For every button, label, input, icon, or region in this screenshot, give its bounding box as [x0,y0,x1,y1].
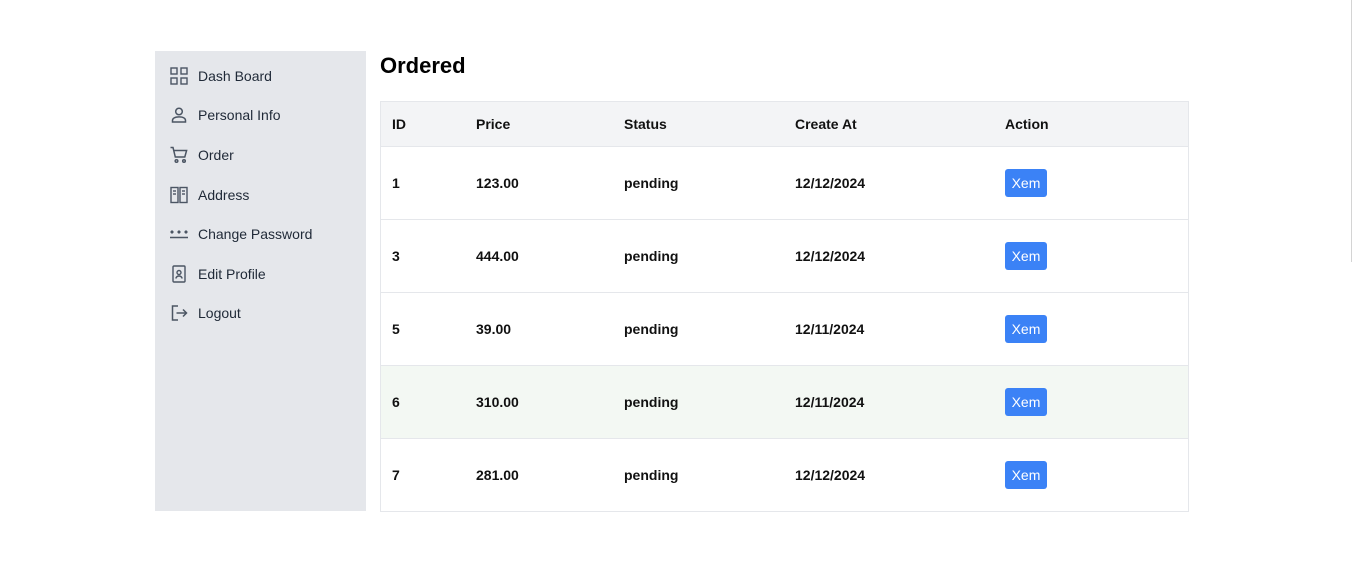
user-icon [169,105,189,125]
table-row: 5 39.00 pending 12/11/2024 Xem [381,292,1188,365]
column-header-created: Create At [784,102,994,147]
sidebar-item-change-password[interactable]: Change Password [155,214,366,254]
sidebar-item-label: Edit Profile [198,265,266,282]
cart-icon [169,145,189,165]
sidebar-item-dashboard[interactable]: Dash Board [155,56,366,96]
page-title: Ordered [380,53,466,78]
cell-action: Xem [994,292,1188,365]
cell-price: 123.00 [476,174,519,191]
view-order-button[interactable]: Xem [1005,387,1047,416]
view-order-button[interactable]: Xem [1005,241,1047,270]
table-header-row: ID Price Status Create At Action [381,102,1188,147]
sidebar-item-label: Logout [198,305,241,322]
sidebar-item-order[interactable]: Order [155,135,366,175]
cell-id: 3 [392,247,400,264]
password-icon [169,224,189,244]
cell-status: pending [624,320,679,337]
page: Dash Board Personal Info Order Address C… [0,0,1352,583]
cell-id: 7 [392,466,400,483]
sidebar: Dash Board Personal Info Order Address C… [155,51,366,511]
column-header-action: Action [994,102,1188,147]
cell-id: 5 [392,320,400,337]
contact-card-icon [169,264,189,284]
grid-icon [169,66,189,86]
cell-price: 281.00 [476,466,519,483]
sidebar-item-label: Change Password [198,226,313,243]
column-header-status: Status [613,102,784,147]
cell-status: pending [624,174,679,191]
cell-status: pending [624,247,679,264]
cell-price: 39.00 [476,320,512,337]
sidebar-item-address[interactable]: Address [155,175,366,215]
view-order-button[interactable]: Xem [1005,168,1047,197]
sidebar-item-edit-profile[interactable]: Edit Profile [155,254,366,294]
cell-created: 12/12/2024 [795,466,866,483]
cell-action: Xem [994,146,1188,219]
sidebar-item-label: Personal Info [198,107,281,124]
cell-id: 6 [392,393,400,410]
table-row: 6 310.00 pending 12/11/2024 Xem [381,365,1188,438]
main-content: Ordered ID Price Status Create At Action [380,51,1189,512]
cell-id: 1 [392,174,400,191]
orders-table: ID Price Status Create At Action 1 123.0… [380,101,1189,512]
sidebar-item-label: Order [198,146,234,163]
table-row: 3 444.00 pending 12/12/2024 Xem [381,219,1188,292]
cell-action: Xem [994,365,1188,438]
cell-action: Xem [994,438,1188,511]
table-row: 1 123.00 pending 12/12/2024 Xem [381,146,1188,219]
cell-status: pending [624,466,679,483]
column-header-id: ID [381,102,465,147]
cell-status: pending [624,393,679,410]
column-header-price: Price [465,102,613,147]
view-order-button[interactable]: Xem [1005,314,1047,343]
cell-action: Xem [994,219,1188,292]
address-book-icon [169,185,189,205]
sidebar-item-label: Dash Board [198,67,272,84]
cell-price: 444.00 [476,247,519,264]
logout-icon [169,303,189,323]
cell-price: 310.00 [476,393,519,410]
sidebar-item-logout[interactable]: Logout [155,294,366,334]
cell-created: 12/11/2024 [795,320,865,337]
sidebar-item-personal-info[interactable]: Personal Info [155,96,366,136]
cell-created: 12/12/2024 [795,174,866,191]
sidebar-item-label: Address [198,186,250,203]
cell-created: 12/11/2024 [795,393,865,410]
cell-created: 12/12/2024 [795,247,866,264]
view-order-button[interactable]: Xem [1005,460,1047,489]
table-row: 7 281.00 pending 12/12/2024 Xem [381,438,1188,511]
